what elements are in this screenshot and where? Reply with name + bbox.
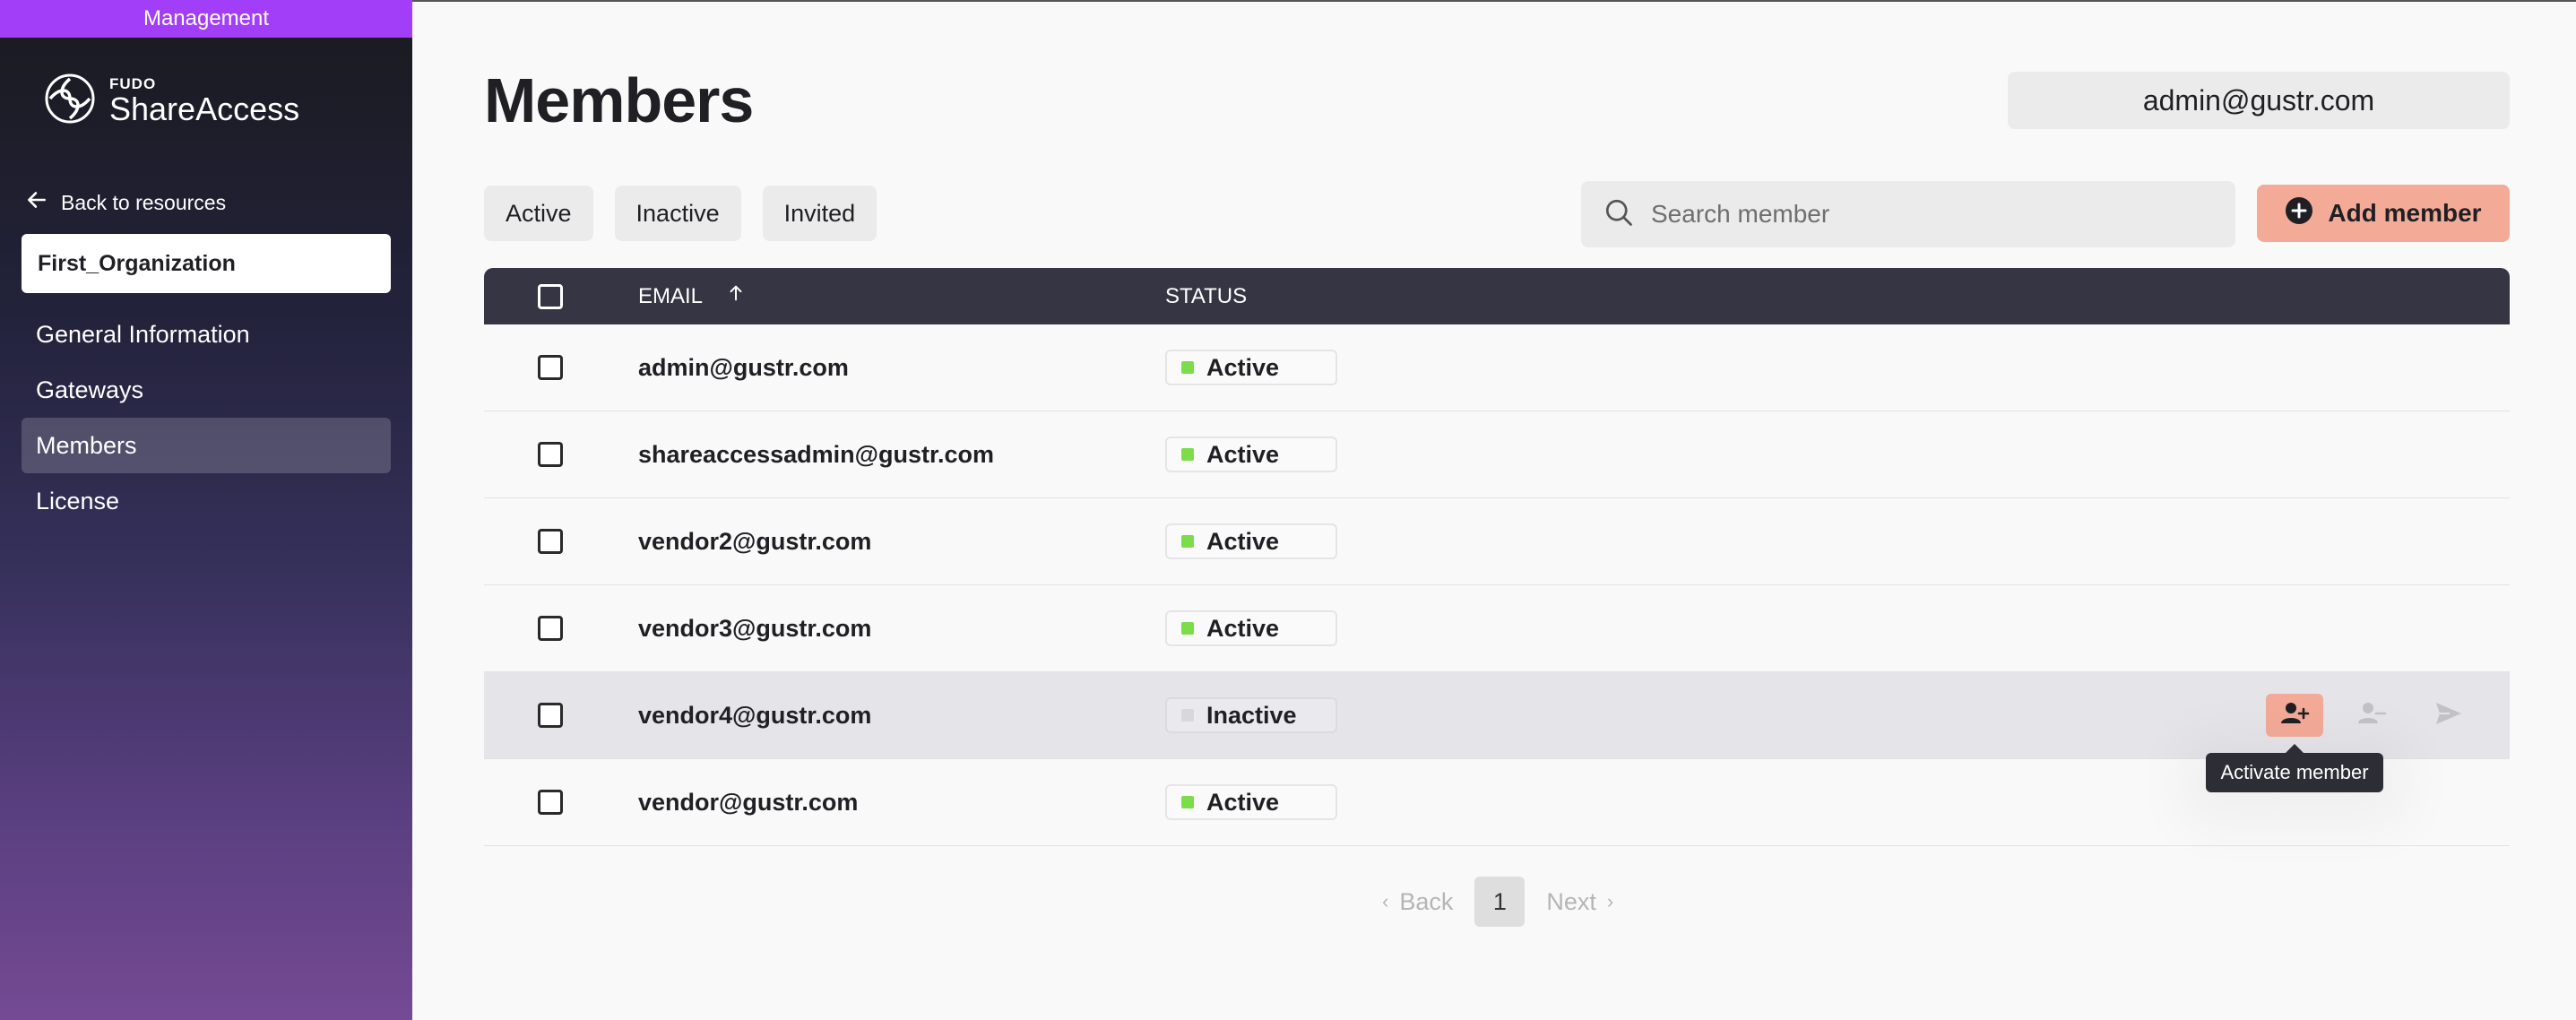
status-badge: Active	[1165, 784, 1337, 820]
status-dot	[1181, 796, 1194, 808]
email-column-header[interactable]: EMAIL	[638, 283, 1165, 309]
back-to-resources-link[interactable]: Back to resources	[25, 188, 226, 217]
plus-circle-icon	[2285, 196, 2328, 231]
status-badge: Inactive	[1165, 697, 1337, 733]
chevron-right-icon: ›	[1606, 890, 1614, 912]
activate-member-button[interactable]	[2266, 694, 2323, 737]
status-text: Active	[1206, 788, 1280, 816]
member-email: shareaccessadmin@gustr.com	[638, 440, 995, 468]
status-text: Active	[1206, 527, 1280, 555]
user-minus-icon	[2356, 698, 2387, 733]
sidebar-item-members[interactable]: Members	[22, 418, 391, 473]
user-plus-icon	[2279, 698, 2310, 733]
back-link-label: Back to resources	[61, 190, 227, 214]
status-badge: Active	[1165, 437, 1337, 472]
top-divider	[412, 0, 2576, 2]
logo-small-text: FUDO	[109, 74, 157, 92]
status-badge: Active	[1165, 523, 1337, 559]
status-text: Active	[1206, 353, 1280, 381]
logo-big-text: ShareAccess	[109, 90, 300, 127]
fudo-logo-icon	[43, 72, 97, 130]
search-box	[1581, 181, 2235, 247]
search-input[interactable]	[1651, 200, 2189, 229]
status-text: Active	[1206, 614, 1280, 642]
organization-selector[interactable]: First_Organization	[22, 234, 391, 293]
member-email: admin@gustr.com	[638, 353, 849, 381]
status-dot	[1181, 448, 1194, 461]
status-dot	[1181, 361, 1194, 374]
status-badge: Active	[1165, 350, 1337, 385]
row-checkbox[interactable]	[538, 616, 563, 641]
filter-inactive-button[interactable]: Inactive	[614, 186, 741, 241]
member-email: vendor4@gustr.com	[638, 701, 872, 729]
pagination-back-button[interactable]: Back	[1399, 888, 1453, 916]
sidebar-item-license[interactable]: License	[22, 473, 391, 529]
table-row[interactable]: shareaccessadmin@gustr.com Active	[484, 411, 2510, 498]
row-actions	[2266, 694, 2477, 737]
page-title: Members	[484, 65, 754, 135]
table-row[interactable]: admin@gustr.com Active	[484, 324, 2510, 411]
row-checkbox[interactable]	[538, 529, 563, 554]
sidebar-item-gateways[interactable]: Gateways	[22, 362, 391, 418]
member-email: vendor3@gustr.com	[638, 614, 872, 642]
status-dot	[1181, 622, 1194, 635]
send-icon	[2433, 698, 2464, 733]
table-row[interactable]: vendor4@gustr.com Inactive	[484, 672, 2510, 759]
row-checkbox[interactable]	[538, 790, 563, 815]
sidebar: Management FUDO ShareAccess Back to reso…	[0, 0, 412, 1020]
status-column-header: STATUS	[1165, 283, 1248, 308]
arrow-left-icon	[25, 188, 61, 217]
status-dot	[1181, 535, 1194, 548]
select-all-checkbox[interactable]	[538, 283, 563, 309]
search-icon	[1603, 196, 1635, 233]
user-account-button[interactable]: admin@gustr.com	[2008, 72, 2510, 129]
member-email: vendor2@gustr.com	[638, 527, 872, 555]
row-checkbox[interactable]	[538, 442, 563, 467]
status-filters: Active Inactive Invited	[484, 186, 877, 241]
row-checkbox[interactable]	[538, 355, 563, 380]
table-row[interactable]: vendor2@gustr.com Active	[484, 498, 2510, 585]
status-dot	[1181, 709, 1194, 722]
pagination-next-button[interactable]: Next	[1546, 888, 1596, 916]
pagination-page-1[interactable]: 1	[1474, 877, 1526, 927]
table-header: EMAIL STATUS	[484, 268, 2510, 324]
table-row[interactable]: vendor3@gustr.com Active	[484, 585, 2510, 672]
send-invite-button[interactable]	[2420, 694, 2477, 737]
logo[interactable]: FUDO ShareAccess	[43, 72, 299, 130]
management-bar: Management	[0, 0, 412, 38]
email-header-label: EMAIL	[638, 283, 704, 308]
chevron-left-icon: ‹	[1382, 890, 1389, 912]
arrow-up-icon	[703, 283, 746, 309]
sidebar-item-general-information[interactable]: General Information	[22, 307, 391, 362]
filter-invited-button[interactable]: Invited	[762, 186, 877, 241]
row-checkbox[interactable]	[538, 703, 563, 728]
add-member-label: Add member	[2328, 199, 2482, 227]
status-badge: Active	[1165, 610, 1337, 646]
status-text: Inactive	[1206, 701, 1297, 729]
activate-member-tooltip: Activate member	[2206, 744, 2383, 792]
filter-active-button[interactable]: Active	[484, 186, 593, 241]
pagination: ‹ Back 1 Next ›	[1371, 877, 1624, 927]
deactivate-member-button[interactable]	[2343, 694, 2400, 737]
status-text: Active	[1206, 440, 1280, 468]
add-member-button[interactable]: Add member	[2257, 185, 2510, 242]
sidebar-nav: General Information Gateways Members Lic…	[22, 307, 391, 529]
member-email: vendor@gustr.com	[638, 788, 859, 816]
